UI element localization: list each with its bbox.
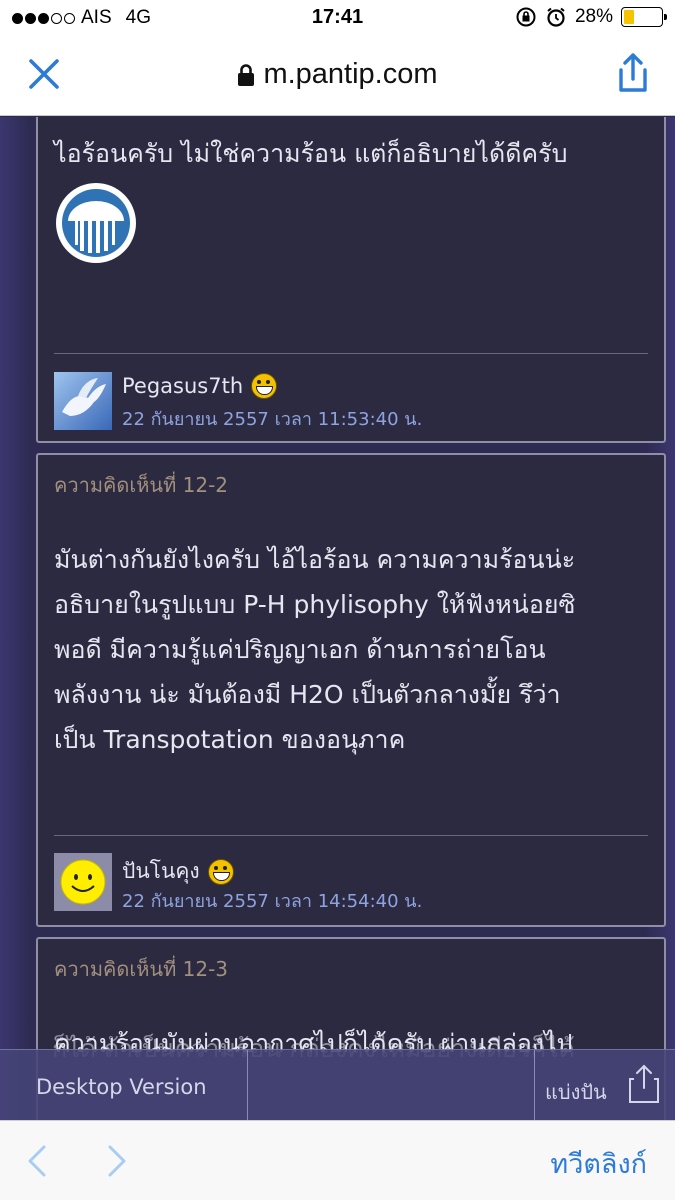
share-icon[interactable]	[613, 52, 653, 94]
username[interactable]: Pegasus7th	[122, 373, 278, 399]
comment-number: ความคิดเห็นที่ 12-2	[54, 473, 229, 497]
comment-divider	[54, 835, 648, 836]
rotation-lock-icon	[516, 7, 536, 27]
comment-card: ความคิดเห็นที่ 12-2 มันต่างกันยังไงครับ …	[36, 453, 666, 927]
url-domain: m.pantip.com	[263, 58, 438, 90]
username-text: ปันโนคุง	[122, 859, 200, 883]
comment-body-line: พอดี มีความรู้แค่ปริญญาเอก ด้านการถ่ายโอ…	[54, 635, 546, 664]
desktop-version-button[interactable]: Desktop Version	[0, 1050, 248, 1121]
username[interactable]: ปันโนคุง	[122, 855, 234, 888]
comment-body-line: มันต่างกันยังไงครับ ไอ้ไอร้อน ความความร้…	[54, 545, 576, 574]
comment-body: ไอร้อนครับ ไม่ใช่ความร้อน แต่ก็อธิบายได้…	[54, 139, 568, 168]
pantip-default-avatar-icon	[56, 183, 136, 263]
url-title[interactable]: m.pantip.com	[0, 58, 675, 91]
comment-card: ไอร้อนครับ ไม่ใช่ความร้อน แต่ก็อธิบายได้…	[36, 117, 666, 443]
grinning-emoji-icon	[207, 858, 234, 885]
back-chevron-icon[interactable]	[22, 1143, 52, 1179]
comment-divider	[54, 353, 648, 354]
tweet-link-button[interactable]: ทวีตลิงก์	[550, 1142, 647, 1185]
avatar[interactable]	[54, 853, 112, 911]
battery-icon	[621, 7, 667, 27]
forward-chevron-icon[interactable]	[102, 1143, 132, 1179]
avatar[interactable]	[54, 372, 112, 430]
lock-icon	[238, 63, 255, 86]
status-bar: AIS 4G 17:41 28%	[0, 0, 675, 36]
share-button[interactable]: แบ่งปัน	[534, 1050, 675, 1121]
battery-percent: 28%	[574, 6, 613, 27]
alarm-icon	[547, 7, 565, 27]
pantip-floating-bar: Desktop Version แบ่งปัน	[0, 1049, 675, 1121]
share-label: แบ่งปัน	[545, 1080, 607, 1104]
comment-timestamp: 22 กันยายน 2557 เวลา 11:53:40 น.	[122, 409, 423, 430]
share-icon	[629, 1064, 659, 1103]
comment-body-line: พลังงาน น่ะ มันต้องมี H2O เป็นตัวกลางมั้…	[54, 680, 561, 709]
username-text: Pegasus7th	[122, 374, 244, 398]
browser-url-bar: m.pantip.com	[0, 36, 675, 116]
comment-body-line: เป็น Transpotation ของอนุภาค	[54, 725, 406, 754]
comment-body-line: อธิบายในรูปแบบ P-H phylisophy ให้ฟังหน่อ…	[54, 590, 576, 619]
grinning-emoji-icon	[251, 373, 278, 399]
status-right: 28%	[515, 6, 667, 28]
browser-bottom-toolbar: ทวีตลิงก์	[0, 1120, 675, 1200]
page-content[interactable]: ไอร้อนครับ ไม่ใช่ความร้อน แต่ก็อธิบายได้…	[0, 117, 675, 1120]
comment-timestamp: 22 กันยายน 2557 เวลา 14:54:40 น.	[122, 891, 423, 912]
comment-number: ความคิดเห็นที่ 12-3	[54, 957, 229, 981]
comment-body: มันต่างกันยังไงครับ ไอ้ไอร้อน ความความร้…	[54, 537, 650, 762]
